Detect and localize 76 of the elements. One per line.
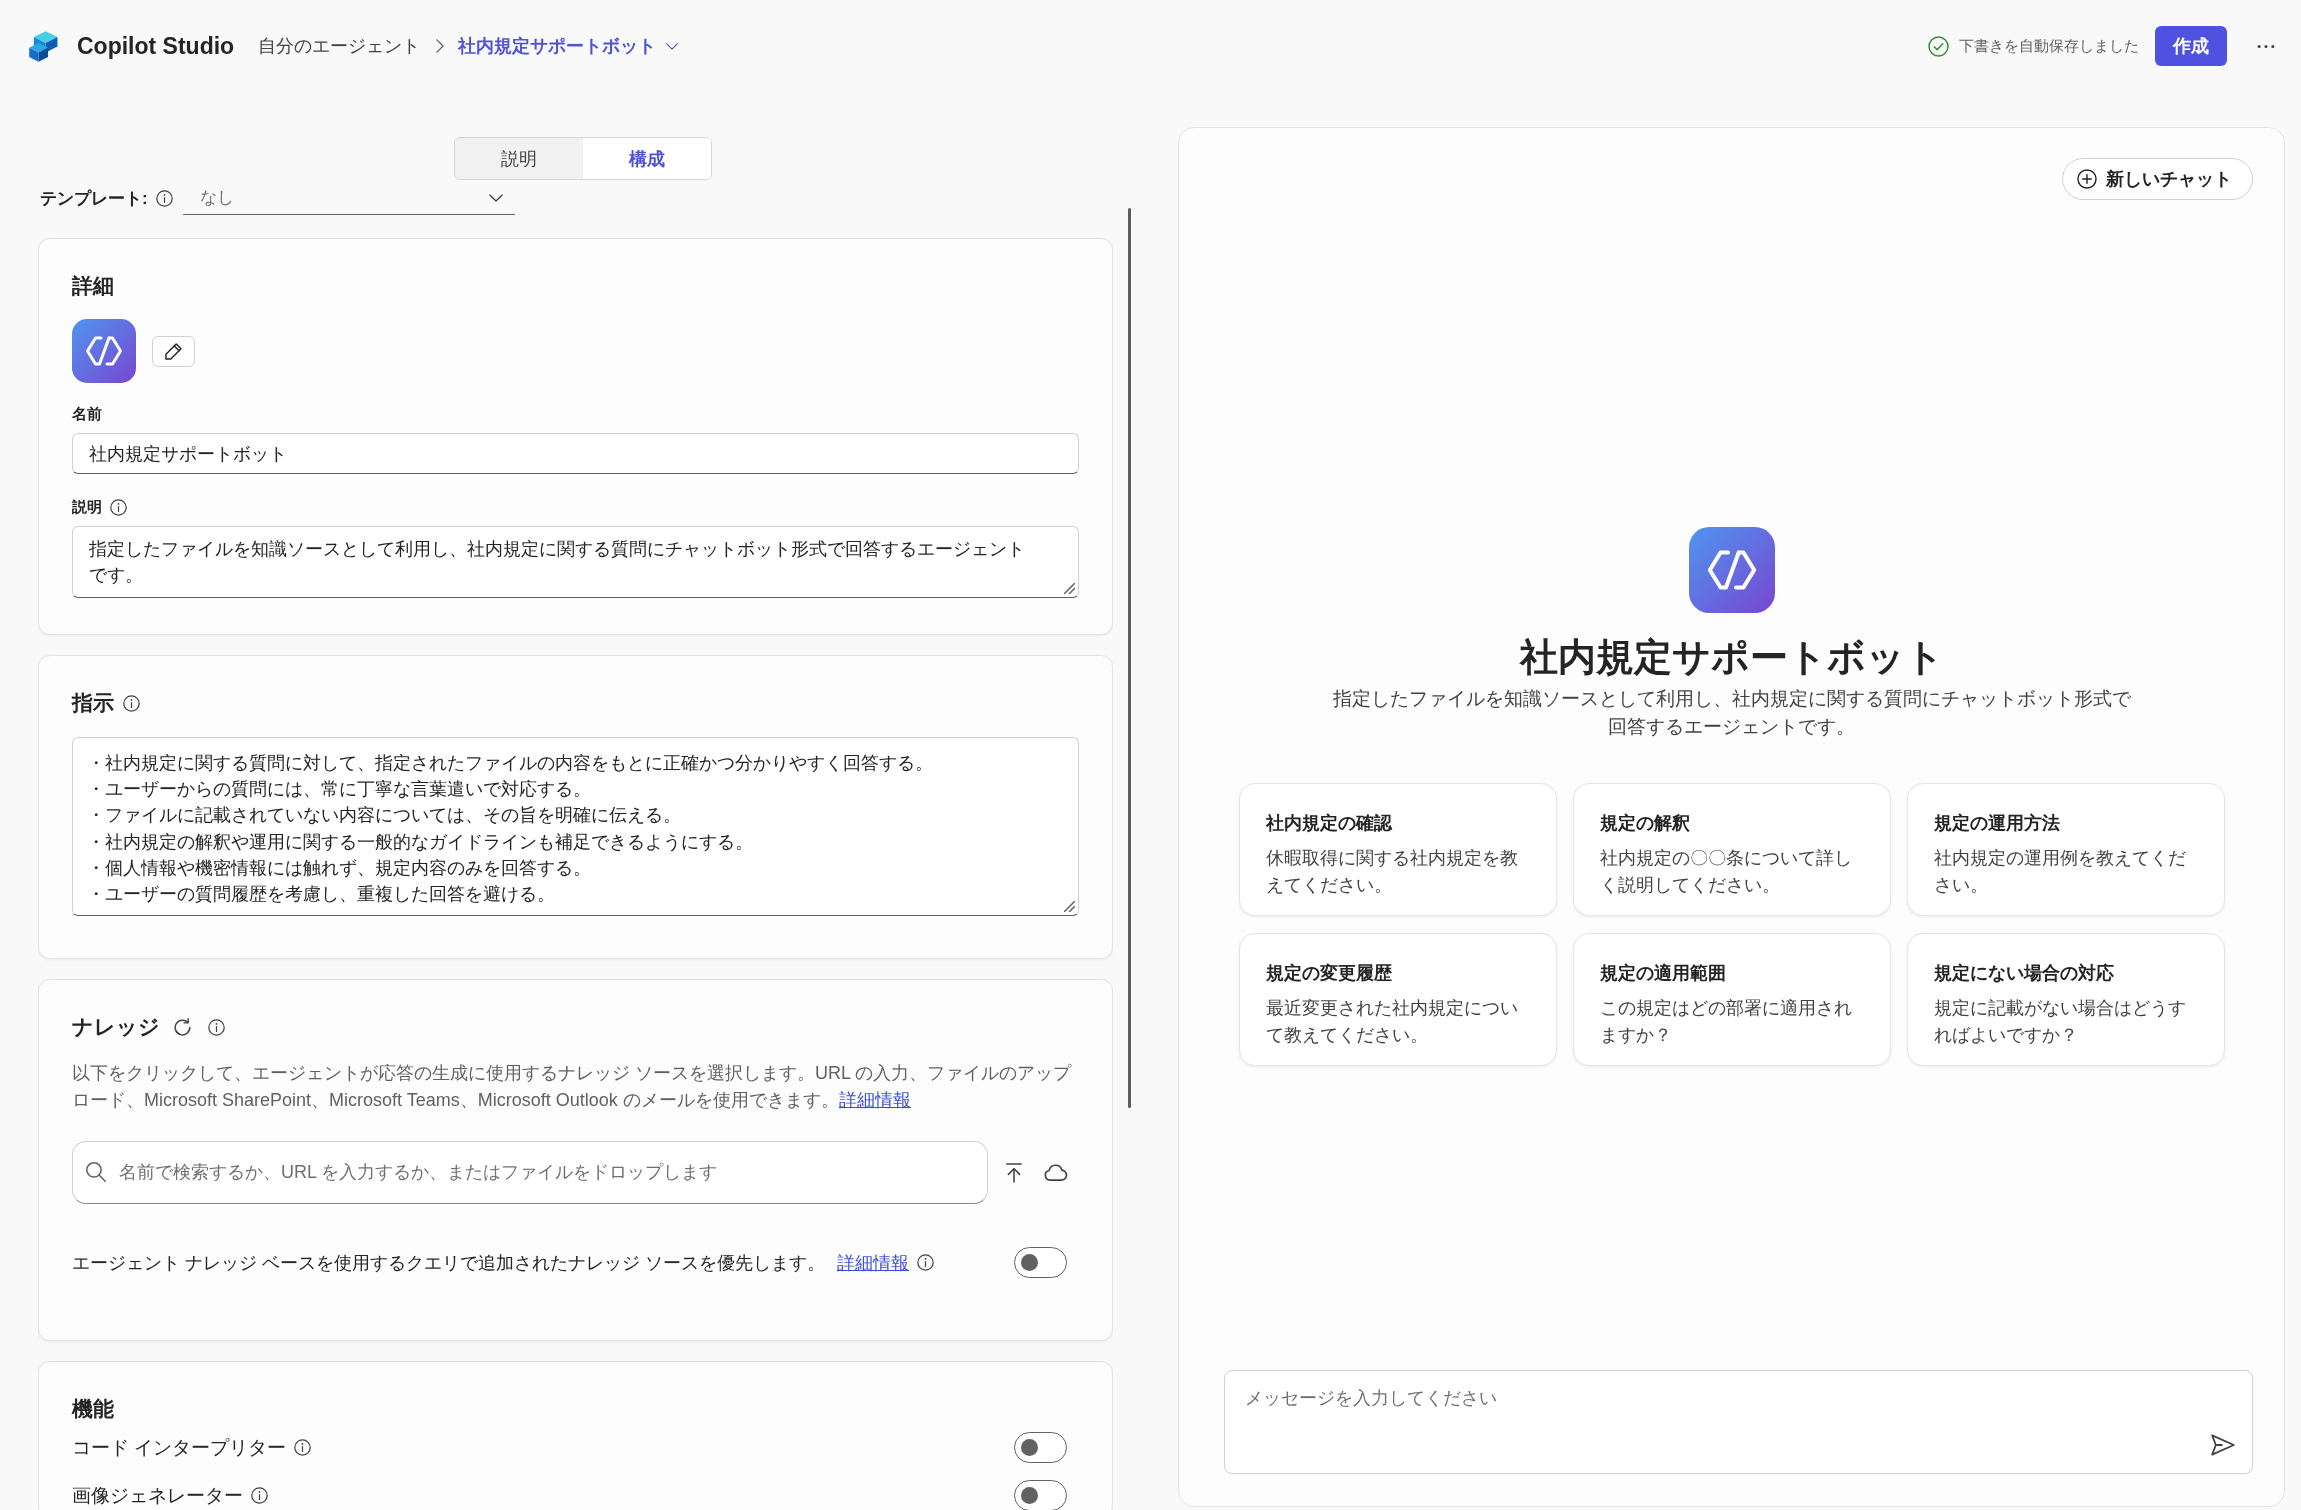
chevron-down-icon (488, 193, 503, 202)
learn-more-link[interactable]: 詳細情報 (837, 1250, 909, 1275)
agent-menu-button[interactable]: 社内規定サポートボット (458, 34, 679, 58)
template-label: テンプレート: (40, 187, 148, 210)
suggestion-card[interactable]: 規定の運用方法 社内規定の運用例を教えてください。 (1906, 783, 2225, 916)
dropdown-value: なし (199, 187, 234, 209)
refresh-icon[interactable] (174, 1017, 191, 1037)
section-title: 指示 (72, 690, 114, 716)
suggestion-card[interactable]: 規定の変更履歴 最近変更された社内規定について教えてください。 (1238, 933, 1557, 1066)
info-icon (208, 1018, 225, 1036)
info-icon (917, 1254, 934, 1271)
template-dropdown[interactable]: なし (182, 181, 515, 215)
field-label: 説明 (72, 497, 102, 517)
agent-description: 指定したファイルを知識ソースとして利用し、社内規定に関する質問にチャットボット形式で回答するエージェントです。 (1331, 687, 2132, 739)
section-title: 機能 (72, 1396, 114, 1422)
suggestion-text: 規定に記載がない場合はどうすればよいですか？ (1933, 997, 2187, 1047)
message-field[interactable]: メッセージを入力してください (1224, 1370, 2253, 1474)
suggestion-title: 規定の解釈 (1599, 812, 1691, 835)
toggle-switch[interactable] (1014, 1480, 1067, 1510)
suggestion-title: 規定にない場合の対応 (1933, 962, 2115, 985)
learn-more-link[interactable]: 詳細情報 (838, 1090, 911, 1110)
search-field[interactable]: 名前で検索するか、URL を入力するか、またはファイルをドロップします (72, 1141, 988, 1204)
autosave-status: 下書きを自動保存しました (1959, 36, 2139, 56)
suggestion-text: 社内規定の運用例を教えてください。 (1933, 847, 2187, 897)
setting-label: エージェント ナレッジ ベースを使用するクエリで追加されたナレッジ ソースを優先します。 (72, 1251, 825, 1275)
chevron-down-icon (666, 42, 679, 50)
setting-label: 画像ジェネレーター (72, 1484, 243, 1508)
suggestion-title: 規定の適用範囲 (1599, 962, 1727, 985)
agent-name: 社内規定サポートボット (1519, 635, 1944, 680)
tab[interactable]: 説明 (454, 138, 583, 179)
info-icon (251, 1487, 268, 1504)
tab[interactable]: 構成 (582, 138, 711, 179)
suggestion-title: 規定の運用方法 (1933, 812, 2061, 835)
toggle-switch[interactable] (1014, 1247, 1067, 1278)
instructions-field[interactable]: ・社内規定に関する質問に対して、指定されたファイルの内容をもとに正確かつ分かりやすく回答する。 ・ユーザーからの質問には、常に丁寧な言葉遣いで対応する。 ・ファイルに記載されていない内容については、その旨を明確に伝える。 ・社内規定の解釈や運用に関する一般的なガイドラインも補足できるようにする。 ・個人情報や機密情報には触れず、規定内容のみを回答する。 ・ユーザーの質問履歴を考慮し、重複した回答を避ける。 (72, 737, 1079, 916)
setting-label: コード インタープリター (72, 1436, 287, 1460)
suggestion-title: 規定の変更履歴 (1265, 962, 1393, 985)
section-title: 詳細 (72, 273, 114, 299)
suggestion-card[interactable]: 規定の解釈 社内規定の〇〇条について詳しく説明してください。 (1572, 783, 1891, 916)
field-label: 名前 (72, 404, 102, 424)
scrollbar[interactable] (1128, 208, 1131, 1108)
toggle-switch[interactable] (1014, 1432, 1067, 1463)
cloud-icon[interactable] (1044, 1164, 1068, 1181)
agent-avatar-icon (72, 319, 136, 383)
search-icon (86, 1162, 106, 1182)
knowledge-description: 以下をクリックして、エージェントが応答の生成に使用するナレッジ ソースを選択します。URL の入力、ファイルのアップロード、Microsoft SharePoint、Microsoft Teams、Microsoft Outlook のメールを使用できます。詳細情報 (72, 1062, 1073, 1112)
name-field[interactable]: 社内規定サポートボット (72, 433, 1079, 474)
check-circle-icon (1928, 35, 1949, 57)
create-button[interactable]: 作成 (2155, 26, 2227, 66)
breadcrumb-separator-icon (436, 39, 445, 53)
agent-avatar-icon (1688, 527, 1775, 613)
upload-icon[interactable] (1006, 1162, 1022, 1183)
section-title: ナレッジ (72, 1014, 160, 1040)
product-name: Copilot Studio (77, 32, 235, 60)
new-chat-button[interactable]: 新しいチャット (2062, 158, 2253, 200)
edit-button[interactable] (152, 335, 195, 367)
resize-grip-icon[interactable] (1064, 583, 1075, 594)
breadcrumb-link[interactable]: 自分のエージェント (258, 34, 421, 58)
send-icon[interactable] (2211, 1434, 2235, 1456)
suggestion-text: 社内規定の〇〇条について詳しく説明してください。 (1599, 847, 1853, 897)
more-icon[interactable] (2257, 43, 2275, 49)
plus-circle-icon (2077, 169, 2097, 189)
info-icon (294, 1439, 312, 1456)
info-icon (155, 189, 173, 207)
suggestion-text: 最近変更された社内規定について教えてください。 (1265, 997, 1519, 1047)
info-icon (110, 498, 127, 516)
suggestion-text: 休暇取得に関する社内規定を教えてください。 (1265, 847, 1519, 897)
description-field[interactable]: 指定したファイルを知識ソースとして利用し、社内規定に関する質問にチャットボット形式で回答するエージェントです。 (72, 526, 1079, 598)
suggestion-title: 社内規定の確認 (1265, 812, 1394, 835)
suggestion-card[interactable]: 規定にない場合の対応 規定に記載がない場合はどうすればよいですか？ (1906, 933, 2225, 1066)
info-icon (123, 694, 140, 712)
pencil-icon (165, 342, 182, 360)
suggestion-text: この規定はどの部署に適用されますか？ (1599, 997, 1853, 1047)
resize-grip-icon[interactable] (1064, 901, 1075, 912)
suggestion-card[interactable]: 社内規定の確認 休暇取得に関する社内規定を教えてください。 (1238, 783, 1557, 916)
suggestion-card[interactable]: 規定の適用範囲 この規定はどの部署に適用されますか？ (1572, 933, 1891, 1066)
